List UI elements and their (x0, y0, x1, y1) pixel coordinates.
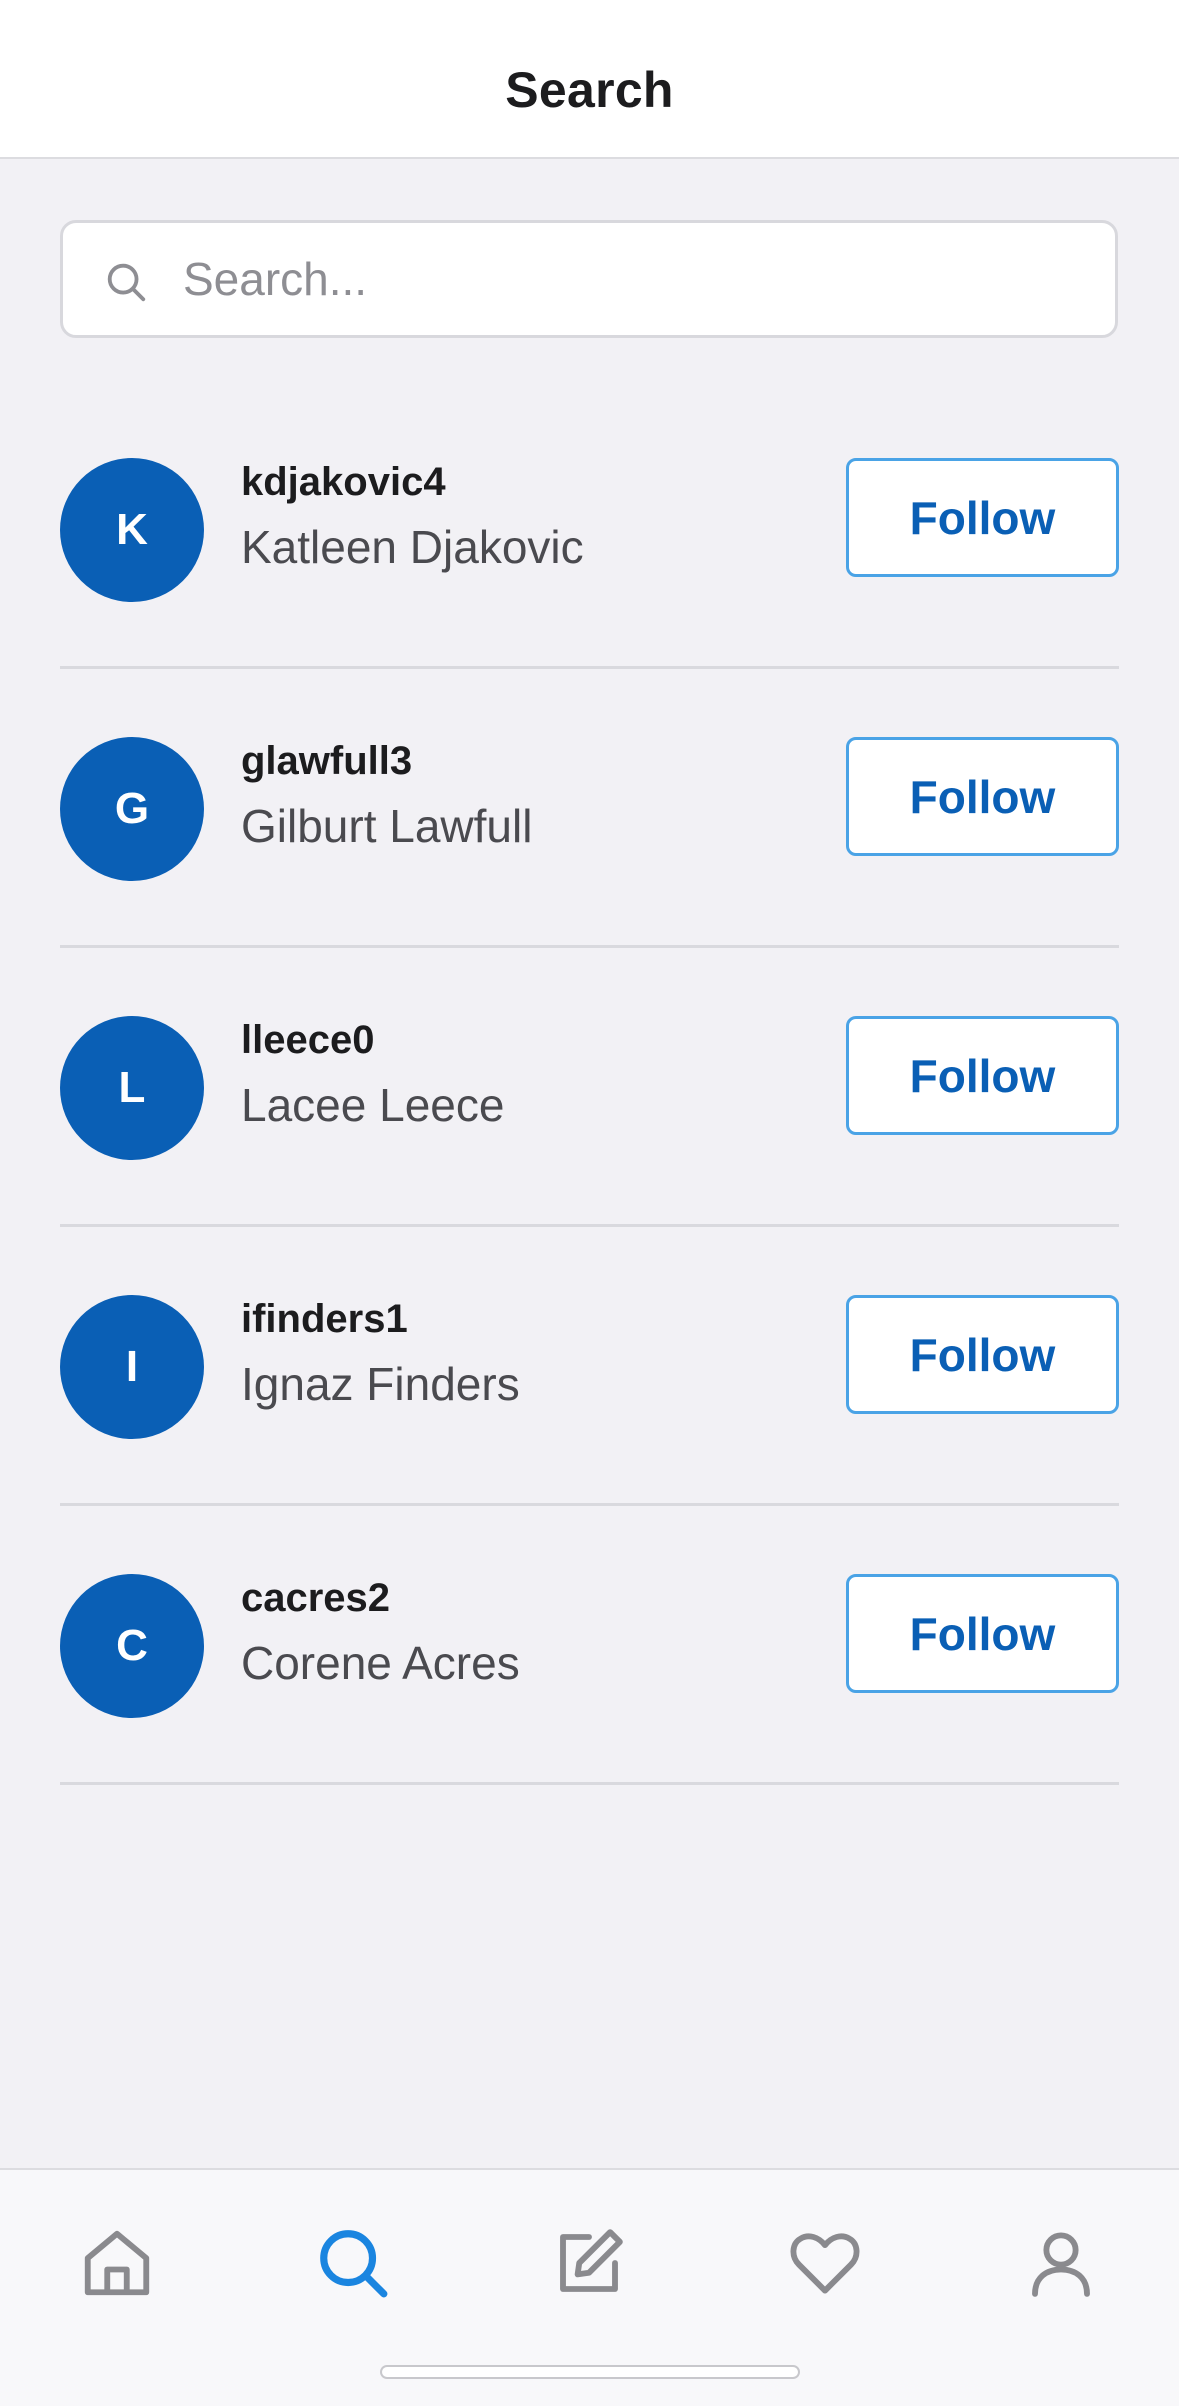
avatar-initial: L (118, 1063, 146, 1112)
full-name: Gilburt Lawfull (241, 800, 533, 852)
compose-icon (560, 2229, 623, 2292)
full-name: Lacee Leece (241, 1079, 505, 1131)
home-icon (84, 2230, 150, 2296)
avatar[interactable]: C (60, 1574, 204, 1718)
list-item[interactable]: C cacres2 Corene Acres Follow (60, 1506, 1119, 1785)
full-name: Katleen Djakovic (241, 521, 584, 573)
follow-button[interactable]: Follow (846, 1574, 1119, 1693)
search-bar[interactable] (60, 220, 1118, 338)
tab-compose[interactable] (534, 2208, 644, 2318)
avatar-initial: G (114, 784, 150, 833)
follow-button[interactable]: Follow (846, 1295, 1119, 1414)
username: lleece0 (241, 1018, 375, 1062)
username: kdjakovic4 (241, 460, 446, 504)
avatar[interactable]: G (60, 737, 204, 881)
search-icon (320, 2230, 388, 2298)
search-screen: Search K kdjakovic4 Katleen Djakovic Fol… (0, 0, 1179, 2406)
follow-button[interactable]: Follow (846, 458, 1119, 577)
tab-search[interactable] (298, 2208, 408, 2318)
avatar[interactable]: L (60, 1016, 204, 1160)
tab-favorites[interactable] (770, 2208, 880, 2318)
tab-home[interactable] (62, 2208, 172, 2318)
list-item[interactable]: I ifinders1 Ignaz Finders Follow (60, 1227, 1119, 1506)
list-item[interactable]: L lleece0 Lacee Leece Follow (60, 948, 1119, 1227)
follow-button[interactable]: Follow (846, 737, 1119, 856)
avatar-initial: I (125, 1342, 139, 1391)
avatar[interactable]: K (60, 458, 204, 602)
heart-icon (790, 2233, 860, 2294)
username: glawfull3 (241, 739, 413, 783)
search-results-list: K kdjakovic4 Katleen Djakovic Follow G g… (60, 390, 1119, 1785)
nav-header: Search (0, 0, 1179, 159)
avatar-initial: C (116, 1621, 148, 1670)
avatar-initial: K (116, 505, 148, 554)
avatar[interactable]: I (60, 1295, 204, 1439)
list-item[interactable]: K kdjakovic4 Katleen Djakovic Follow (60, 390, 1119, 669)
follow-button[interactable]: Follow (846, 1016, 1119, 1135)
username: ifinders1 (241, 1297, 408, 1341)
page-title: Search (505, 62, 674, 118)
search-input[interactable] (183, 223, 1083, 335)
home-indicator (380, 2365, 800, 2379)
profile-icon (1032, 2232, 1090, 2297)
list-item[interactable]: G glawfull3 Gilburt Lawfull Follow (60, 669, 1119, 948)
full-name: Corene Acres (241, 1637, 520, 1689)
tab-profile[interactable] (1006, 2208, 1116, 2318)
search-icon (107, 263, 146, 302)
username: cacres2 (241, 1576, 391, 1620)
full-name: Ignaz Finders (241, 1358, 520, 1410)
